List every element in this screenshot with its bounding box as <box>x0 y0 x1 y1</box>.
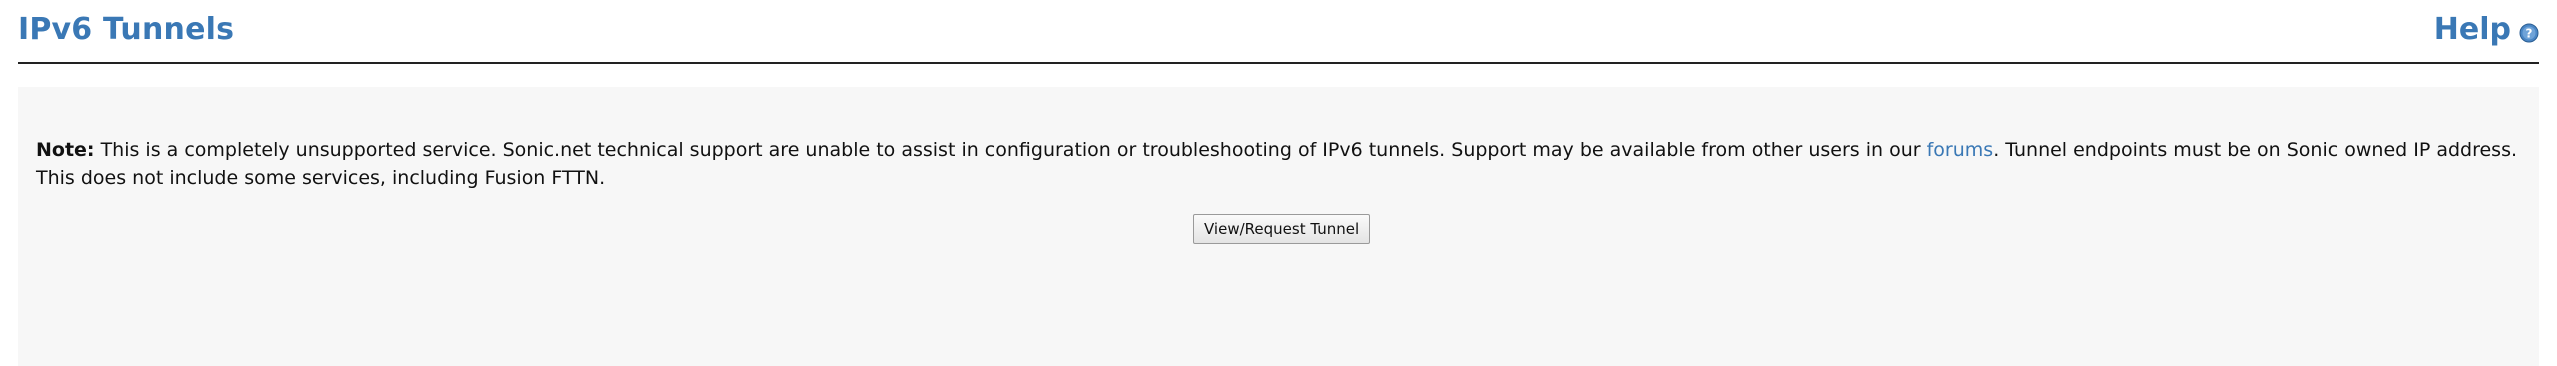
page-header: IPv6 Tunnels Help ? <box>18 0 2539 64</box>
note-text-before-link: This is a completely unsupported service… <box>94 139 1927 161</box>
svg-text:?: ? <box>2526 26 2533 40</box>
help-label[interactable]: Help <box>2434 12 2511 47</box>
content-panel: Note: This is a completely unsupported s… <box>18 87 2539 366</box>
forums-link[interactable]: forums <box>1927 139 1994 161</box>
page-title: IPv6 Tunnels <box>18 12 235 47</box>
note-label: Note: <box>36 139 95 161</box>
help-icon[interactable]: ? <box>2519 23 2539 43</box>
help-link[interactable]: Help ? <box>2434 12 2539 47</box>
view-request-tunnel-button[interactable]: View/Request Tunnel <box>1193 214 1371 244</box>
note-paragraph: Note: This is a completely unsupported s… <box>36 136 2536 192</box>
